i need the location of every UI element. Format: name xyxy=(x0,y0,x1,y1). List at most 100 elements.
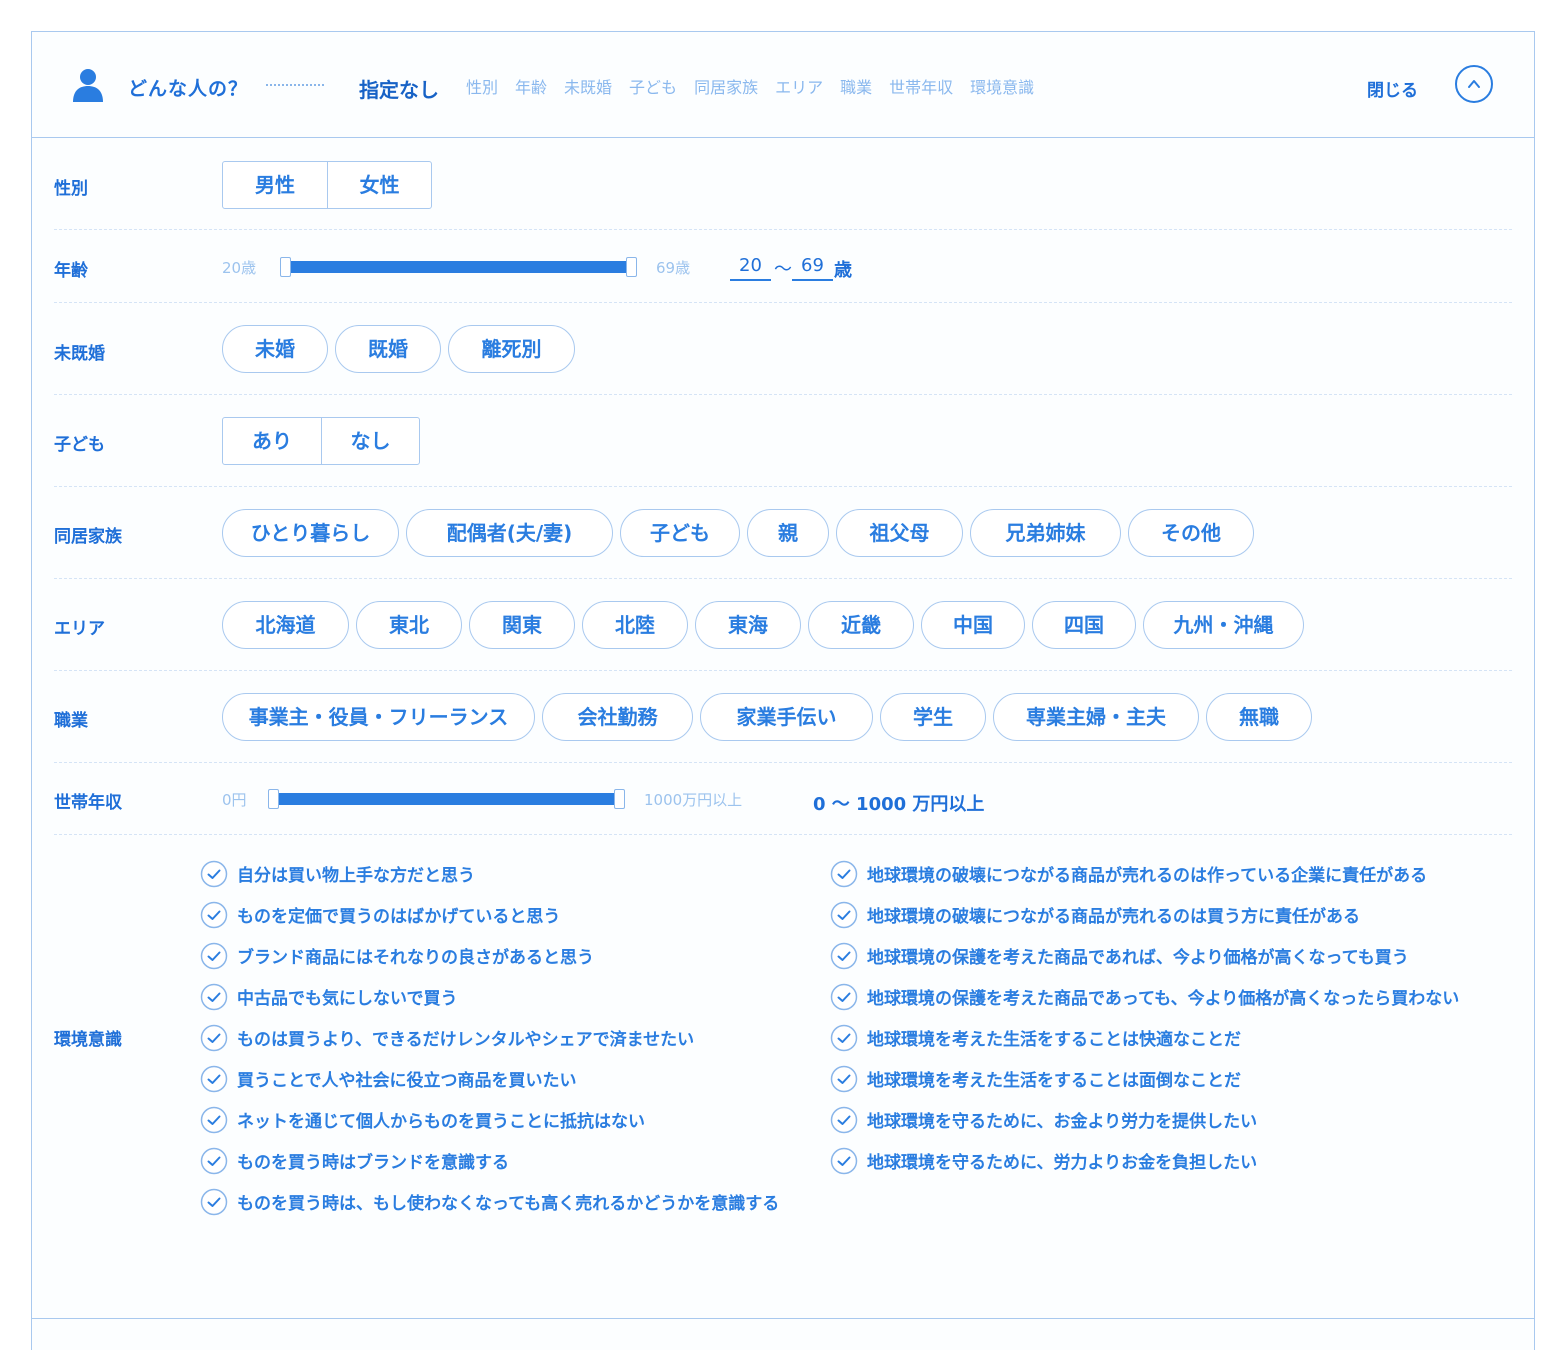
filter-header: どんな人の？ 指定なし 性別 年齢 未既婚 子ども 同居家族 エリア 職業 世帯… xyxy=(32,32,1534,138)
nav-area[interactable]: エリア xyxy=(775,74,823,98)
eco-option[interactable]: ものは買うより、できるだけレンタルやシェアで済ませたい xyxy=(200,1017,779,1058)
occupation-student[interactable]: 学生 xyxy=(880,693,986,741)
eco-option-label: 地球環境の保護を考えた商品であっても、今より価格が高くなったら買わない xyxy=(867,989,1460,1009)
marital-label: 未既婚 xyxy=(54,344,105,364)
nav-marital[interactable]: 未既婚 xyxy=(564,74,612,98)
area-tokai[interactable]: 東海 xyxy=(695,601,801,649)
eco-option[interactable]: ブランド商品にはそれなりの良さがあると思う xyxy=(200,935,779,976)
area-tohoku[interactable]: 東北 xyxy=(356,601,462,649)
area-kyushu-okinawa[interactable]: 九州・沖縄 xyxy=(1143,601,1304,649)
eco-option[interactable]: 地球環境の破壊につながる商品が売れるのは作っている企業に責任がある xyxy=(830,853,1459,894)
household-alone[interactable]: ひとり暮らし xyxy=(222,509,399,557)
check-circle-icon xyxy=(200,942,228,969)
eco-option[interactable]: 地球環境を守るために、労力よりお金を負担したい xyxy=(830,1140,1459,1181)
age-label: 年齢 xyxy=(54,261,88,281)
eco-option-label: 買うことで人や社会に役立つ商品を買いたい xyxy=(237,1071,577,1091)
occupation-family-business[interactable]: 家業手伝い xyxy=(700,693,873,741)
check-circle-icon xyxy=(830,983,858,1010)
eco-option[interactable]: ものを買う時はブランドを意識する xyxy=(200,1140,779,1181)
age-tilde: 〜 xyxy=(774,259,792,280)
income-max-handle[interactable] xyxy=(614,789,625,809)
marital-options: 未婚 既婚 離死別 xyxy=(222,325,582,373)
nav-children[interactable]: 子ども xyxy=(629,74,677,98)
nav-age[interactable]: 年齢 xyxy=(515,74,547,98)
income-min-label: 0円 xyxy=(222,791,247,809)
eco-option[interactable]: 地球環境を守るために、お金より労力を提供したい xyxy=(830,1099,1459,1140)
age-max-handle[interactable] xyxy=(626,257,637,277)
nav-gender[interactable]: 性別 xyxy=(466,74,498,98)
collapse-button[interactable] xyxy=(1455,65,1493,103)
income-range-track[interactable] xyxy=(274,793,620,805)
area-label: エリア xyxy=(54,619,105,639)
eco-option[interactable]: ものを定価で買うのはばかげていると思う xyxy=(200,894,779,935)
area-shikoku[interactable]: 四国 xyxy=(1032,601,1136,649)
row-marital: 未既婚 未婚 既婚 離死別 xyxy=(54,303,1512,395)
household-children[interactable]: 子ども xyxy=(620,509,740,557)
check-circle-icon xyxy=(200,860,228,887)
area-kanto[interactable]: 関東 xyxy=(469,601,575,649)
close-label[interactable]: 閉じる xyxy=(1367,76,1418,101)
eco-label: 環境意識 xyxy=(54,1030,122,1050)
marital-single[interactable]: 未婚 xyxy=(222,325,328,373)
income-label: 世帯年収 xyxy=(54,793,122,813)
nav-household[interactable]: 同居家族 xyxy=(694,74,758,98)
area-hokkaido[interactable]: 北海道 xyxy=(222,601,349,649)
household-grandparents[interactable]: 祖父母 xyxy=(836,509,963,557)
children-yes[interactable]: あり xyxy=(223,418,321,464)
area-chugoku[interactable]: 中国 xyxy=(921,601,1025,649)
eco-option-label: ものを定価で買うのはばかげていると思う xyxy=(237,907,561,927)
gender-female[interactable]: 女性 xyxy=(327,162,431,208)
area-hokuriku[interactable]: 北陸 xyxy=(582,601,688,649)
occupation-business-owner[interactable]: 事業主・役員・フリーランス xyxy=(222,693,535,741)
eco-option[interactable]: 買うことで人や社会に役立つ商品を買いたい xyxy=(200,1058,779,1099)
check-circle-icon xyxy=(200,1147,228,1174)
age-unit: 歳 xyxy=(834,260,852,281)
eco-option[interactable]: 地球環境を考えた生活をすることは快適なことだ xyxy=(830,1017,1459,1058)
row-age: 年齢 20歳 69歳 20 〜 69 歳 xyxy=(54,230,1512,303)
eco-option-label: 地球環境を考えた生活をすることは面倒なことだ xyxy=(867,1071,1241,1091)
children-no[interactable]: なし xyxy=(321,418,419,464)
age-range-track[interactable] xyxy=(286,261,632,273)
check-circle-icon xyxy=(830,1065,858,1092)
income-min-handle[interactable] xyxy=(268,789,279,809)
age-from-input[interactable]: 20 xyxy=(730,255,771,281)
nav-occupation[interactable]: 職業 xyxy=(840,74,872,98)
household-spouse[interactable]: 配偶者(夫/妻) xyxy=(406,509,613,557)
household-siblings[interactable]: 兄弟姉妹 xyxy=(970,509,1121,557)
eco-option[interactable]: 地球環境の破壊につながる商品が売れるのは買う方に責任がある xyxy=(830,894,1459,935)
occupation-label: 職業 xyxy=(54,711,88,731)
occupation-unemployed[interactable]: 無職 xyxy=(1206,693,1312,741)
current-selection: 指定なし xyxy=(359,78,439,102)
row-occupation: 職業 事業主・役員・フリーランス 会社勤務 家業手伝い 学生 専業主婦・主夫 無… xyxy=(54,671,1512,763)
eco-option[interactable]: 地球環境の保護を考えた商品であれば、今より価格が高くなっても買う xyxy=(830,935,1459,976)
income-max-label: 1000万円以上 xyxy=(644,791,743,809)
eco-option[interactable]: 中古品でも気にしないで買う xyxy=(200,976,779,1017)
nav-income[interactable]: 世帯年収 xyxy=(889,74,953,98)
gender-male[interactable]: 男性 xyxy=(223,162,327,208)
occupation-homemaker[interactable]: 専業主婦・主夫 xyxy=(993,693,1199,741)
row-household: 同居家族 ひとり暮らし 配偶者(夫/妻) 子ども 親 祖父母 兄弟姉妹 その他 xyxy=(54,487,1512,579)
check-circle-icon xyxy=(830,1024,858,1051)
eco-option[interactable]: ネットを通じて個人からものを買うことに抵抗はない xyxy=(200,1099,779,1140)
marital-divorced[interactable]: 離死別 xyxy=(448,325,575,373)
eco-option-label: ネットを通じて個人からものを買うことに抵抗はない xyxy=(237,1112,645,1132)
eco-option[interactable]: 地球環境を考えた生活をすることは面倒なことだ xyxy=(830,1058,1459,1099)
eco-option-label: 中古品でも気にしないで買う xyxy=(237,989,458,1009)
nav-eco[interactable]: 環境意識 xyxy=(970,74,1034,98)
age-to-input[interactable]: 69 xyxy=(792,255,833,281)
section-nav: 性別 年齢 未既婚 子ども 同居家族 エリア 職業 世帯年収 環境意識 xyxy=(466,74,1051,98)
eco-option[interactable]: ものを買う時は、もし使わなくなっても高く売れるかどうかを意識する xyxy=(200,1181,779,1222)
eco-option[interactable]: 地球環境の保護を考えた商品であっても、今より価格が高くなったら買わない xyxy=(830,976,1459,1017)
check-circle-icon xyxy=(200,1106,228,1133)
check-circle-icon xyxy=(200,1065,228,1092)
household-parents[interactable]: 親 xyxy=(747,509,829,557)
household-other[interactable]: その他 xyxy=(1128,509,1254,557)
area-kinki[interactable]: 近畿 xyxy=(808,601,914,649)
gender-label: 性別 xyxy=(54,179,88,199)
marital-married[interactable]: 既婚 xyxy=(335,325,441,373)
household-label: 同居家族 xyxy=(54,527,122,547)
check-circle-icon xyxy=(830,942,858,969)
eco-option[interactable]: 自分は買い物上手な方だと思う xyxy=(200,853,779,894)
age-min-handle[interactable] xyxy=(280,257,291,277)
occupation-employee[interactable]: 会社勤務 xyxy=(542,693,693,741)
